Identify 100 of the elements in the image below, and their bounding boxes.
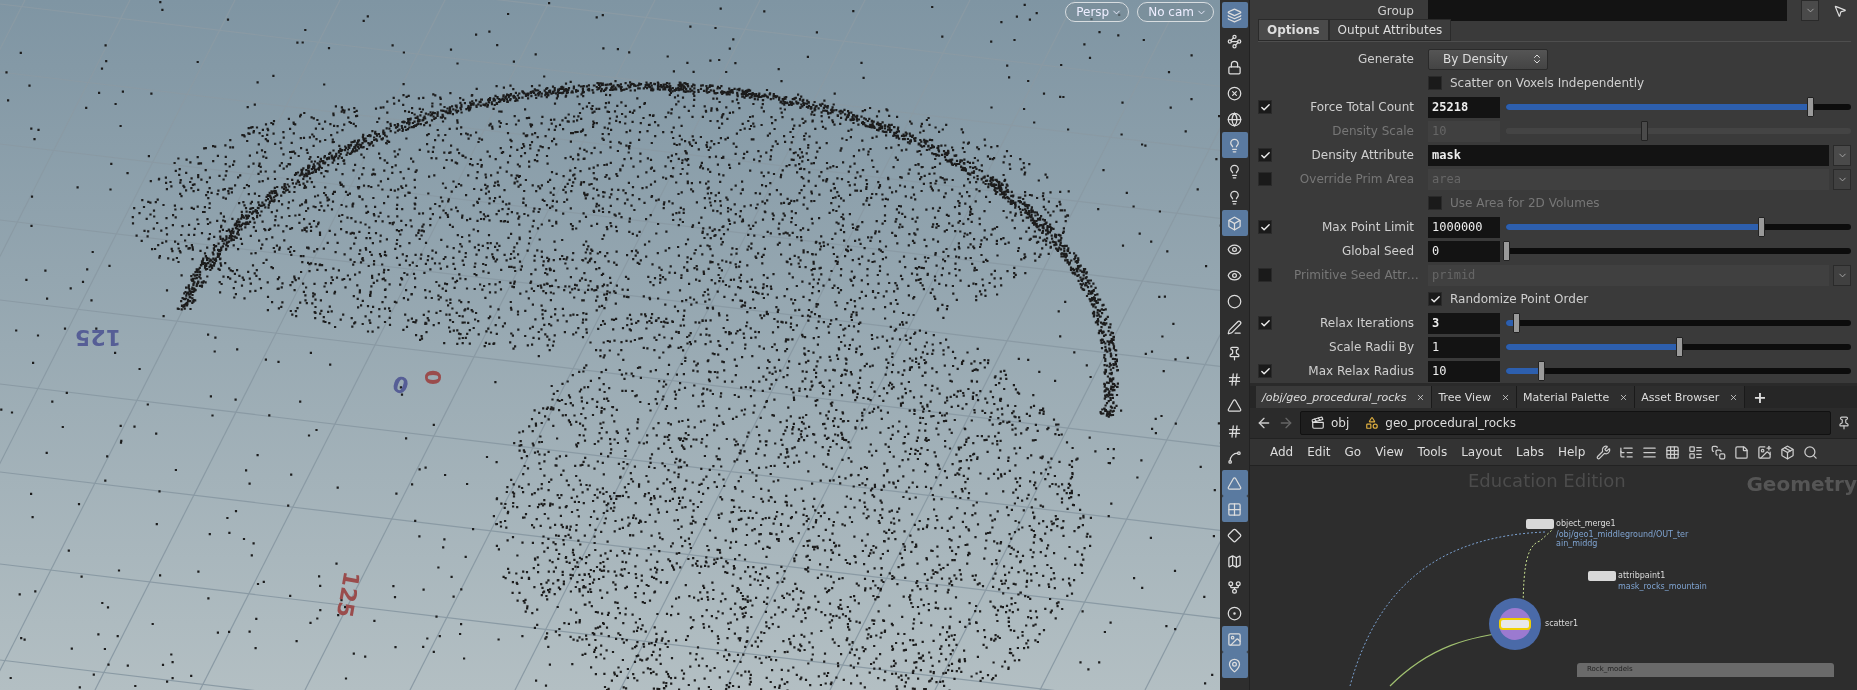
slider[interactable] [1506, 241, 1851, 261]
dot-icon [1227, 293, 1242, 309]
number-field[interactable]: 10 [1428, 360, 1500, 382]
tab[interactable]: Asset Browser [1635, 386, 1746, 408]
updown-icon [1531, 53, 1543, 65]
toolbar-button[interactable] [1221, 210, 1248, 236]
dropdown-button[interactable] [1833, 144, 1851, 166]
node-detail: /obj/geo1_middleground/OUT_ter ain_middg [1556, 530, 1690, 548]
toolbar-button[interactable] [1221, 652, 1248, 678]
check-icon [1259, 221, 1271, 233]
menu-item[interactable]: Layout [1455, 445, 1508, 459]
path-field[interactable]: obj geo_procedural_rocks [1300, 411, 1831, 435]
checkbox-label: Use Area for 2D Volumes [1450, 196, 1600, 210]
selected-node-drawing[interactable] [1489, 598, 1541, 650]
image-add-icon [1757, 444, 1773, 460]
list-icon [1642, 444, 1658, 460]
text-field[interactable] [1428, 0, 1787, 21]
location-pin-icon [1227, 657, 1242, 673]
slider[interactable] [1506, 97, 1851, 117]
dropdown-button[interactable] [1801, 0, 1819, 21]
map-icon [1227, 553, 1242, 569]
dropdown-button[interactable] [1833, 168, 1851, 190]
tab[interactable]: Material Palette [1516, 386, 1636, 408]
close-icon[interactable] [1416, 392, 1426, 402]
node-drawing[interactable] [1588, 571, 1616, 581]
menu-item[interactable]: Edit [1301, 445, 1337, 459]
number-field[interactable]: 3 [1428, 312, 1500, 334]
param-label: Scale Radii By [1328, 340, 1414, 354]
layers-icon [1227, 7, 1242, 23]
slider[interactable] [1506, 217, 1851, 237]
spiral-icon [1227, 33, 1242, 49]
param-label: Group [1376, 3, 1414, 18]
check-icon [1259, 365, 1271, 377]
grid-label: 125 [75, 325, 121, 350]
checkbox[interactable] [1258, 316, 1272, 330]
check-icon [1429, 293, 1441, 305]
menu-item[interactable]: Tools [1411, 445, 1454, 459]
tab[interactable]: Output Attributes [1328, 19, 1452, 41]
checkbox[interactable] [1428, 292, 1442, 306]
path-crumb[interactable]: geo_procedural_rocks [1361, 416, 1520, 430]
menu-item[interactable]: Labs [1509, 445, 1550, 459]
checkbox[interactable] [1258, 364, 1272, 378]
pointer-icon[interactable] [1833, 3, 1847, 18]
number-icon [1227, 423, 1242, 439]
menu-item[interactable]: Add [1264, 445, 1300, 459]
back-icon[interactable] [1256, 415, 1272, 431]
checkbox[interactable] [1428, 76, 1442, 90]
param-label: Density Scale [1331, 124, 1414, 138]
path-crumb[interactable]: obj [1307, 416, 1354, 430]
menu-item[interactable]: Help [1551, 445, 1592, 459]
text-field[interactable]: mask [1428, 144, 1829, 166]
curve-icon [1227, 449, 1242, 465]
slider-handle[interactable] [1675, 337, 1683, 357]
dropdown-button[interactable] [1833, 264, 1851, 286]
slider-handle[interactable] [1806, 97, 1814, 117]
checkbox[interactable] [1258, 220, 1272, 234]
pin-icon[interactable] [1837, 416, 1851, 430]
slider[interactable] [1506, 337, 1851, 357]
menu-item[interactable]: View [1369, 445, 1410, 459]
eye-icon [1227, 267, 1242, 283]
param-label: Max Point Limit [1321, 220, 1414, 234]
checkbox[interactable] [1258, 100, 1272, 114]
sticky-note-icon [1734, 444, 1750, 460]
slider-handle[interactable] [1513, 313, 1521, 333]
grid-icon [1665, 444, 1681, 460]
toolbar-button[interactable] [1221, 496, 1248, 522]
slider[interactable] [1506, 361, 1851, 381]
grid-label: 0 [420, 369, 446, 386]
eye-icon [1227, 241, 1242, 257]
toolbar-button[interactable] [1221, 626, 1248, 652]
node-drawing[interactable] [1526, 519, 1554, 529]
pen-icon [1227, 319, 1242, 335]
node-icon [1711, 444, 1727, 460]
close-icon[interactable] [1500, 392, 1510, 402]
slider-handle[interactable] [1537, 361, 1545, 381]
param-label: Max Relax Radius [1307, 364, 1414, 378]
tab[interactable]: Tree View [1432, 386, 1517, 408]
menu-item[interactable]: Go [1338, 445, 1368, 459]
number-field[interactable]: 1 [1428, 336, 1500, 358]
checkbox[interactable] [1258, 148, 1272, 162]
number-field[interactable]: 1000000 [1428, 216, 1500, 238]
number-field[interactable]: 25218 [1428, 96, 1500, 118]
grid-label: 125 [331, 569, 365, 620]
toolbar-button[interactable] [1221, 132, 1248, 158]
close-icon[interactable] [1729, 392, 1739, 402]
number-field[interactable]: 0 [1428, 240, 1500, 262]
slider-handle[interactable] [1503, 241, 1510, 261]
add-tab-button[interactable]: + [1745, 386, 1775, 408]
image-icon [1227, 631, 1242, 647]
toolbar-button[interactable] [1221, 2, 1248, 28]
slider[interactable] [1506, 313, 1851, 333]
toolbar-button[interactable] [1221, 470, 1248, 496]
number-icon [1227, 371, 1242, 387]
tab[interactable]: Options [1258, 19, 1329, 41]
tab[interactable]: /obj/geo_procedural_rocks [1256, 386, 1433, 408]
close-icon[interactable] [1619, 392, 1629, 402]
param-label: Density Attribute [1310, 148, 1414, 162]
dropdown-menu[interactable]: By Density [1428, 48, 1548, 70]
shapes-icon [1365, 416, 1380, 430]
slider-handle[interactable] [1758, 217, 1766, 237]
